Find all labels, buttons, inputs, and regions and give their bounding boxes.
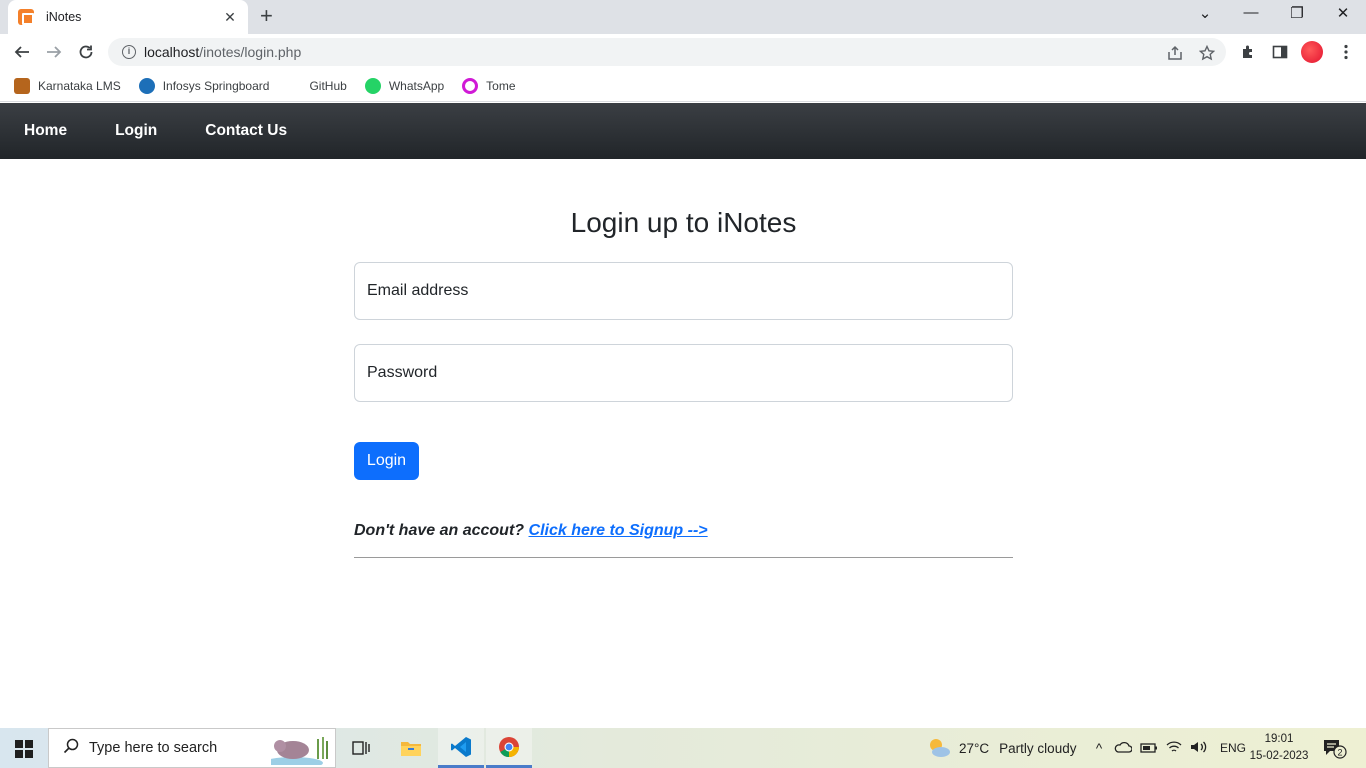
page-title: Login up to iNotes <box>570 207 797 238</box>
file-explorer-icon[interactable] <box>388 728 434 768</box>
email-field[interactable] <box>367 282 1012 300</box>
task-view-icon[interactable] <box>338 728 384 768</box>
nav-login-link[interactable]: Login <box>115 122 157 140</box>
close-window-icon[interactable]: ✕ <box>1320 4 1366 22</box>
browser-tab[interactable]: iNotes ✕ <box>8 0 248 34</box>
password-field-wrapper <box>354 344 1013 402</box>
bookmark-label: Tome <box>486 78 516 93</box>
back-arrow-icon[interactable] <box>10 40 34 64</box>
bookmark-label: WhatsApp <box>388 78 445 93</box>
nav-home-link[interactable]: Home <box>24 122 67 140</box>
bookmark-tome[interactable]: Tome <box>462 77 516 94</box>
bookmark-infosys-springboard[interactable]: Infosys Springboard <box>138 77 270 94</box>
windows-taskbar: Type here to search 27°C Partly cloudy ^ <box>0 728 1366 768</box>
tab-search-chevron-icon[interactable]: ⌄ <box>1182 4 1228 22</box>
notification-center-icon[interactable]: 2 <box>1322 728 1348 768</box>
battery-icon[interactable] <box>1140 741 1158 756</box>
clock-time: 19:01 <box>1264 733 1294 745</box>
reload-icon[interactable] <box>74 40 98 64</box>
bookmark-whatsapp[interactable]: WhatsApp <box>364 77 445 94</box>
url-text: localhost/inotes/login.php <box>144 44 302 60</box>
bookmark-label: GitHub <box>309 78 347 93</box>
password-field[interactable] <box>367 364 1012 382</box>
partly-cloudy-icon <box>930 739 950 757</box>
onedrive-cloud-icon[interactable] <box>1114 741 1133 756</box>
new-tab-icon[interactable]: + <box>260 5 273 27</box>
browser-toolbar: i localhost/inotes/login.php <box>0 34 1366 70</box>
weather-desc: Partly cloudy <box>999 740 1077 756</box>
chrome-icon[interactable] <box>486 728 532 768</box>
extensions-puzzle-icon[interactable] <box>1236 40 1260 64</box>
bookmarks-bar: Karnataka LMS Infosys Springboard GitHub… <box>0 70 1366 102</box>
windows-start-icon[interactable] <box>15 740 33 758</box>
site-navbar: Home Login Contact Us <box>0 103 1366 159</box>
vscode-icon[interactable] <box>438 728 484 768</box>
clock-date: 15-02-2023 <box>1249 750 1309 762</box>
taskbar-clock[interactable]: 19:01 15-02-2023 <box>1244 731 1314 765</box>
site-info-icon[interactable]: i <box>122 45 136 59</box>
nav-contact-link[interactable]: Contact Us <box>205 122 287 140</box>
tome-icon <box>462 77 479 94</box>
minimize-icon[interactable]: — <box>1228 4 1274 21</box>
signup-link[interactable]: Click here to Signup --> <box>529 522 708 539</box>
notification-count: 2 <box>1337 748 1342 758</box>
system-tray: ^ ENG <box>1092 728 1246 768</box>
bookmark-github[interactable]: GitHub <box>309 79 346 93</box>
wifi-icon[interactable] <box>1166 740 1182 757</box>
login-container: Login up to iNotes Login Don't have an a… <box>354 159 1013 558</box>
bookmark-label: Infosys Springboard <box>162 78 270 93</box>
karnataka-emblem-icon <box>14 77 30 94</box>
signup-prompt-text: Don't have an accout? <box>354 522 525 539</box>
weather-temp: 27°C <box>959 740 990 756</box>
taskbar-search-box[interactable]: Type here to search <box>48 728 336 768</box>
search-placeholder: Type here to search <box>89 740 218 756</box>
divider <box>354 557 1013 558</box>
signup-prompt: Don't have an accout? Click here to Sign… <box>354 522 1013 540</box>
bookmark-star-icon[interactable] <box>1198 44 1216 62</box>
infosys-springboard-icon <box>138 77 155 94</box>
language-indicator[interactable]: ENG <box>1220 741 1246 755</box>
browser-tabstrip: iNotes ✕ + ⌄ — ❐ ✕ <box>0 0 1366 34</box>
share-icon[interactable] <box>1166 44 1184 62</box>
show-hidden-icons-chevron-icon[interactable]: ^ <box>1092 741 1106 756</box>
volume-icon[interactable] <box>1190 740 1208 757</box>
bookmark-label: Karnataka LMS <box>38 78 121 93</box>
address-bar[interactable]: i localhost/inotes/login.php <box>108 38 1226 66</box>
whatsapp-icon <box>364 77 381 94</box>
search-highlight-hippo-icon <box>271 737 328 765</box>
restore-icon[interactable]: ❐ <box>1274 4 1320 22</box>
weather-widget[interactable]: 27°C Partly cloudy <box>926 728 1076 768</box>
tab-close-icon[interactable]: ✕ <box>222 9 238 26</box>
search-icon <box>63 738 79 759</box>
forward-arrow-icon[interactable] <box>42 40 66 64</box>
tab-title: iNotes <box>46 10 82 24</box>
chrome-menu-icon[interactable] <box>1334 40 1358 64</box>
email-field-wrapper <box>354 262 1013 320</box>
bookmark-karnataka-lms[interactable]: Karnataka LMS <box>14 77 121 94</box>
side-panel-icon[interactable] <box>1268 40 1292 64</box>
profile-avatar[interactable] <box>1301 41 1323 63</box>
xampp-favicon-icon <box>18 9 34 25</box>
login-button[interactable]: Login <box>354 442 419 480</box>
